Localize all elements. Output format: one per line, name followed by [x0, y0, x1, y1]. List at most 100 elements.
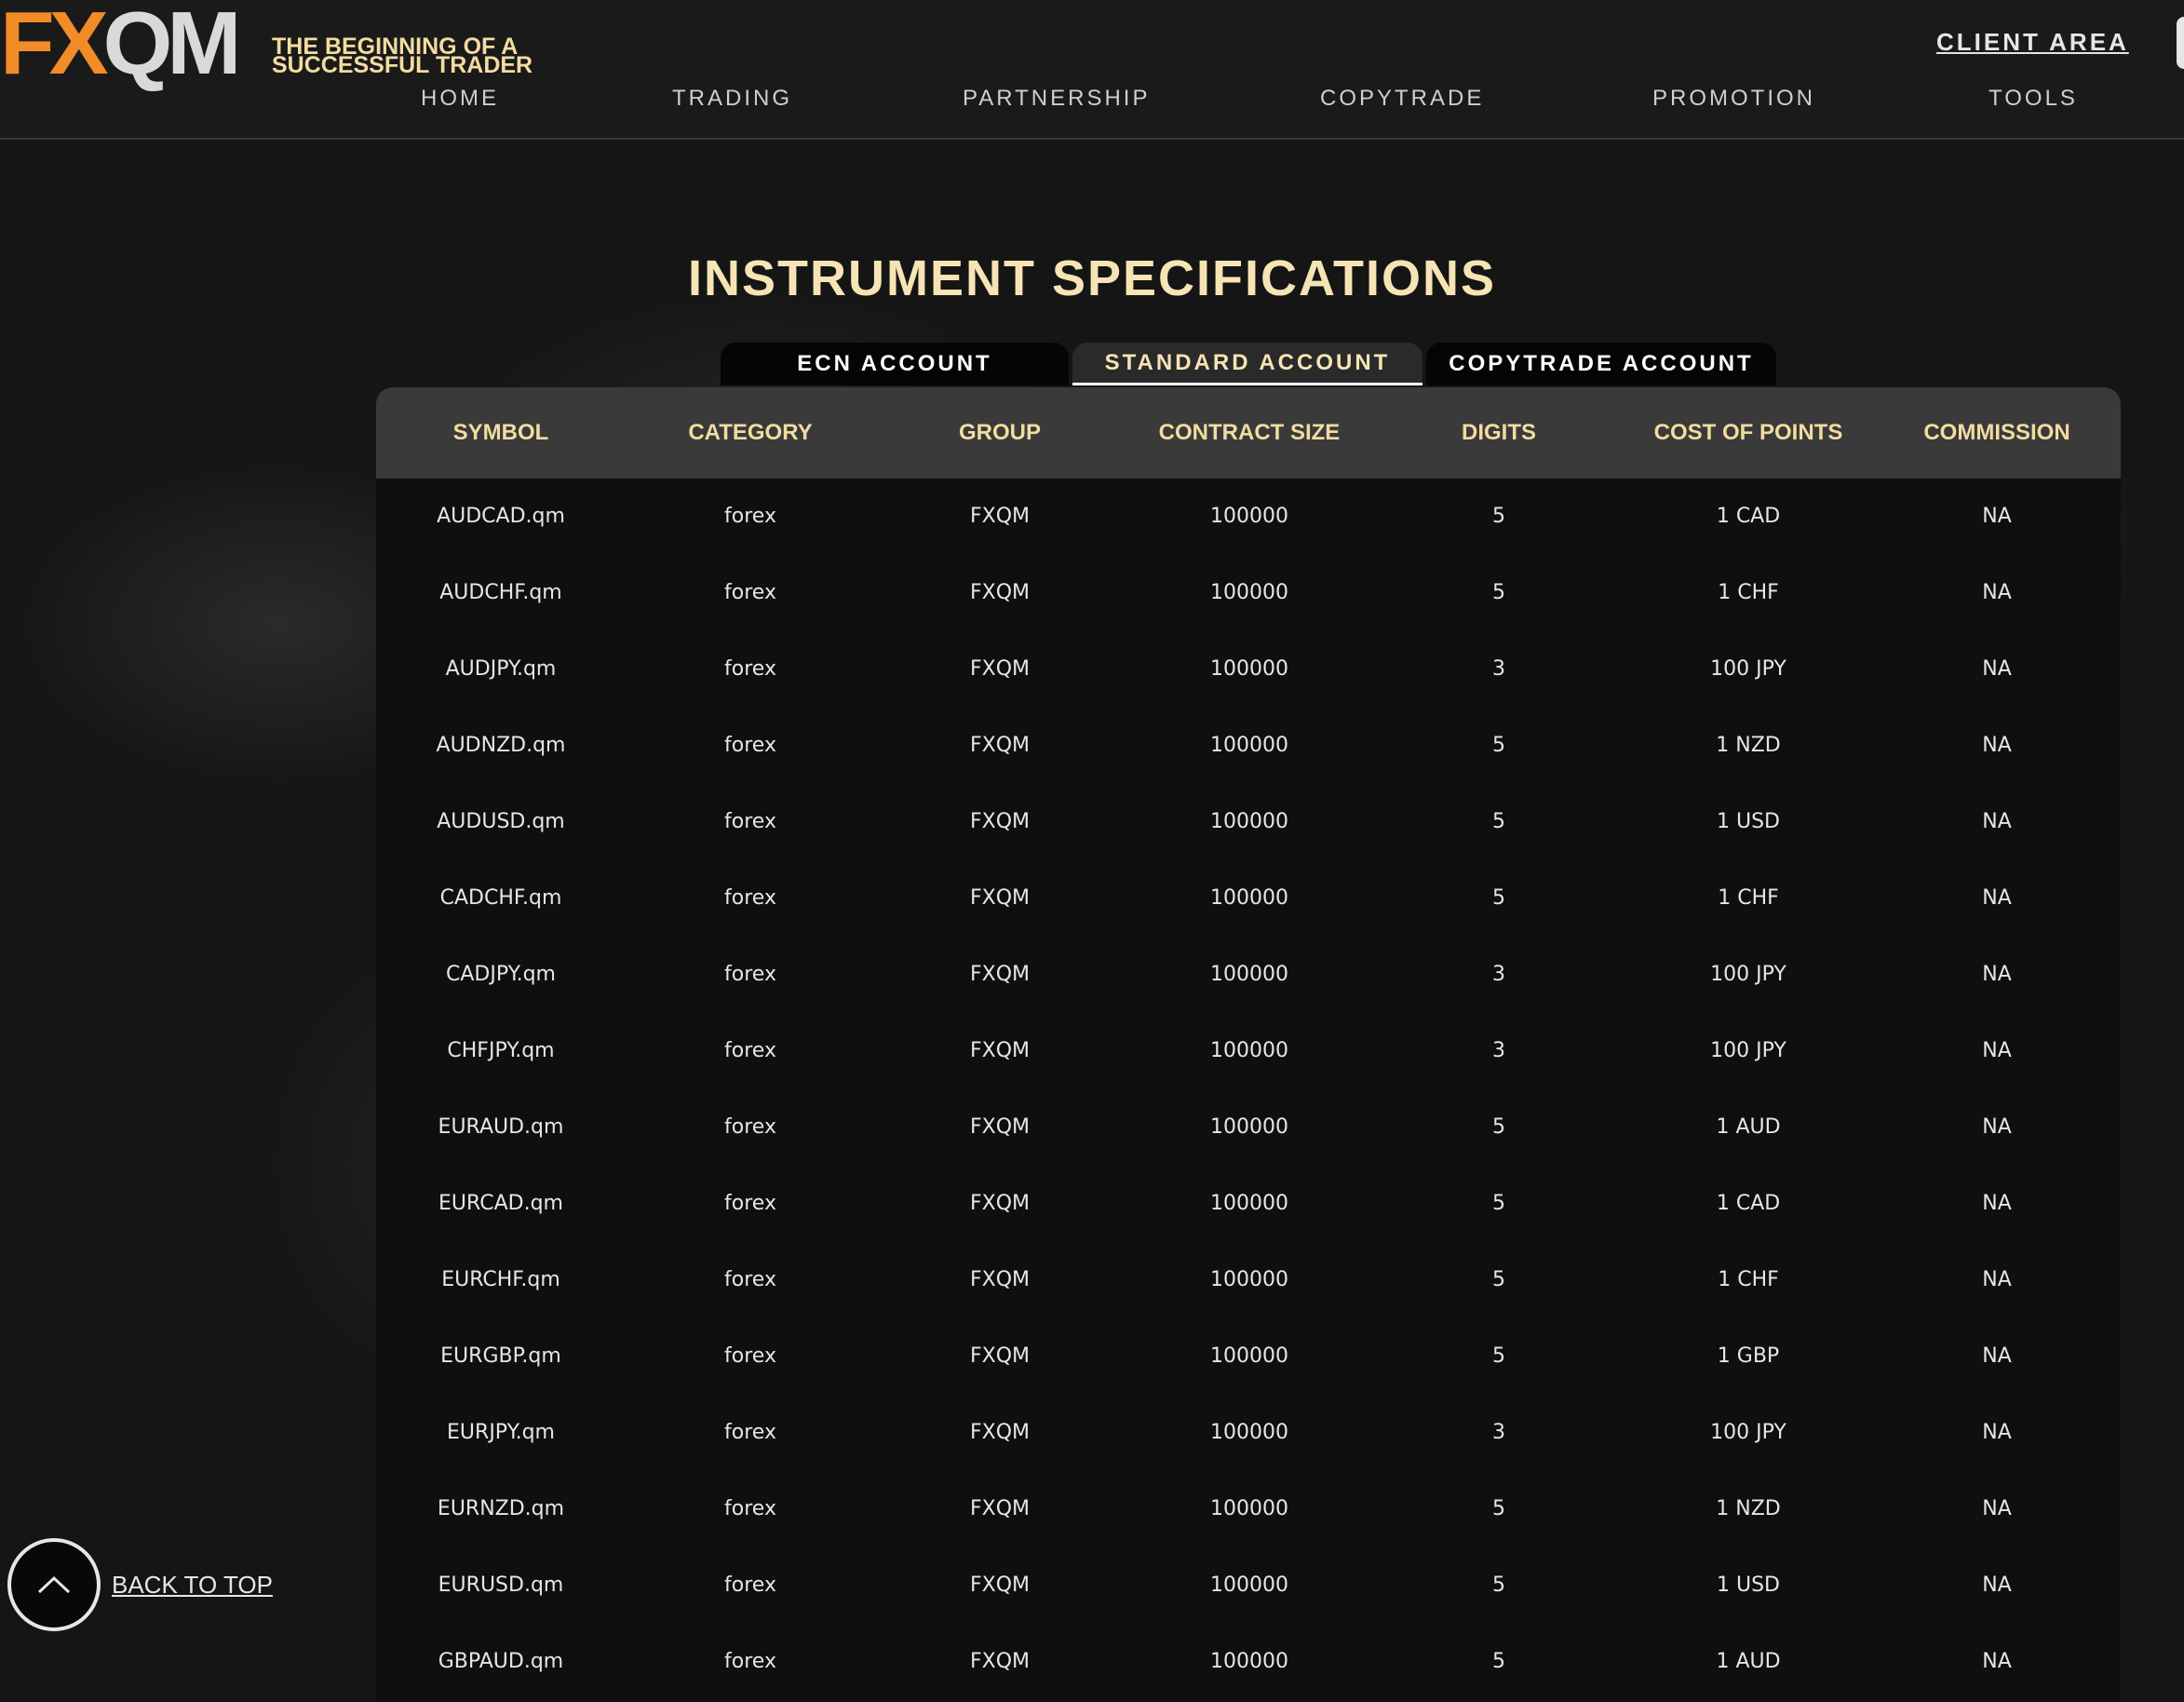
- cell-group: FXQM: [969, 1344, 1031, 1368]
- cell-category: forex: [724, 1497, 776, 1520]
- cell-commission: NA: [1982, 963, 2012, 986]
- cell-commission: NA: [1982, 1421, 2012, 1444]
- tagline-line-2: SUCCESSFUL TRADER: [272, 52, 533, 78]
- cell-commission: NA: [1982, 1650, 2012, 1673]
- cell-symbol: AUDJPY.qm: [445, 657, 557, 681]
- cell-digits: 5: [1492, 505, 1505, 528]
- chevron-up-icon[interactable]: [7, 1538, 101, 1631]
- table-row: AUDCAD.qm forex FXQM 100000 5 1 CAD NA: [376, 479, 2121, 555]
- cell-symbol: AUDNZD.qm: [436, 734, 566, 757]
- cell-cost-of-points: 1 CHF: [1718, 886, 1779, 910]
- column-header-category: CATEGORY: [688, 420, 813, 445]
- cell-cost-of-points: 1 NZD: [1716, 734, 1781, 757]
- cell-commission: NA: [1982, 810, 2012, 833]
- cell-cost-of-points: 1 CHF: [1718, 581, 1779, 604]
- cell-symbol: CHFJPY.qm: [447, 1039, 555, 1062]
- cell-commission: NA: [1982, 886, 2012, 910]
- logo-qm: QM: [102, 0, 242, 93]
- cell-commission: NA: [1982, 1497, 2012, 1520]
- cell-cost-of-points: 1 USD: [1717, 810, 1780, 833]
- table-row: EURGBP.qm forex FXQM 100000 5 1 GBP NA: [376, 1318, 2121, 1395]
- cell-group: FXQM: [969, 505, 1031, 528]
- column-header-group: GROUP: [958, 420, 1041, 445]
- cell-symbol: AUDCHF.qm: [439, 581, 562, 604]
- cell-commission: NA: [1982, 1115, 2012, 1139]
- nav-tools[interactable]: TOOLS: [1989, 86, 2078, 112]
- cell-digits: 5: [1492, 1268, 1505, 1291]
- cell-symbol: EURCAD.qm: [438, 1192, 563, 1215]
- cell-commission: NA: [1982, 1344, 2012, 1368]
- back-to-top-label[interactable]: BACK TO TOP: [112, 1571, 273, 1600]
- nav-promotion[interactable]: PROMOTION: [1652, 86, 1815, 112]
- cell-cost-of-points: 100 JPY: [1710, 963, 1786, 986]
- cell-group: FXQM: [969, 1192, 1031, 1215]
- table-row: CADJPY.qm forex FXQM 100000 3 100 JPY NA: [376, 937, 2121, 1013]
- table-row: AUDUSD.qm forex FXQM 100000 5 1 USD NA: [376, 784, 2121, 860]
- cell-category: forex: [724, 1268, 776, 1291]
- cell-contract-size: 100000: [1210, 886, 1288, 910]
- cell-digits: 3: [1492, 1039, 1505, 1062]
- cell-cost-of-points: 1 GBP: [1717, 1344, 1780, 1368]
- fxqm-logo[interactable]: FX QM: [0, 0, 242, 93]
- table-row: EURCHF.qm forex FXQM 100000 5 1 CHF NA: [376, 1242, 2121, 1318]
- cell-category: forex: [724, 1344, 776, 1368]
- side-edge-tab[interactable]: [2177, 17, 2184, 69]
- tab-standard-account[interactable]: STANDARD ACCOUNT: [1072, 343, 1422, 385]
- cell-cost-of-points: 100 JPY: [1710, 657, 1786, 681]
- nav-home[interactable]: HOME: [421, 86, 499, 112]
- table-row: EURAUD.qm forex FXQM 100000 5 1 AUD NA: [376, 1089, 2121, 1166]
- table-row: EURNZD.qm forex FXQM 100000 5 1 NZD NA: [376, 1471, 2121, 1547]
- cell-category: forex: [724, 1574, 776, 1597]
- cell-contract-size: 100000: [1210, 1268, 1288, 1291]
- cell-cost-of-points: 1 CAD: [1716, 1192, 1781, 1215]
- cell-group: FXQM: [969, 1497, 1031, 1520]
- nav-copytrade[interactable]: COPYTRADE: [1320, 86, 1484, 112]
- cell-contract-size: 100000: [1210, 1421, 1288, 1444]
- cell-contract-size: 100000: [1210, 1574, 1288, 1597]
- cell-symbol: EURCHF.qm: [441, 1268, 560, 1291]
- logo-fx: FX: [0, 0, 109, 93]
- cell-symbol: CADJPY.qm: [446, 963, 556, 986]
- client-area-link[interactable]: CLIENT AREA: [1936, 28, 2129, 57]
- cell-symbol: AUDUSD.qm: [437, 810, 565, 833]
- nav-partnership[interactable]: PARTNERSHIP: [963, 86, 1150, 112]
- cell-digits: 5: [1492, 1574, 1505, 1597]
- cell-group: FXQM: [969, 581, 1031, 604]
- cell-contract-size: 100000: [1210, 581, 1288, 604]
- cell-group: FXQM: [969, 1115, 1031, 1139]
- cell-symbol: AUDCAD.qm: [437, 505, 565, 528]
- cell-contract-size: 100000: [1210, 505, 1288, 528]
- cell-digits: 5: [1492, 1650, 1505, 1673]
- cell-contract-size: 100000: [1210, 1039, 1288, 1062]
- cell-category: forex: [724, 1115, 776, 1139]
- tab-ecn-account[interactable]: ECN ACCOUNT: [721, 343, 1069, 385]
- nav-trading[interactable]: TRADING: [672, 86, 792, 112]
- cell-category: forex: [724, 657, 776, 681]
- cell-cost-of-points: 1 NZD: [1716, 1497, 1781, 1520]
- cell-contract-size: 100000: [1210, 810, 1288, 833]
- cell-commission: NA: [1982, 657, 2012, 681]
- cell-digits: 5: [1492, 581, 1505, 604]
- table-row: EURJPY.qm forex FXQM 100000 3 100 JPY NA: [376, 1395, 2121, 1471]
- cell-cost-of-points: 1 AUD: [1716, 1650, 1781, 1673]
- main-nav: HOME TRADING PARTNERSHIP COPYTRADE PROMO…: [0, 86, 2184, 119]
- cell-contract-size: 100000: [1210, 1650, 1288, 1673]
- cell-category: forex: [724, 963, 776, 986]
- table-header: SYMBOL CATEGORY GROUP CONTRACT SIZE DIGI…: [376, 387, 2121, 479]
- cell-category: forex: [724, 505, 776, 528]
- tab-copytrade-account[interactable]: COPYTRADE ACCOUNT: [1426, 343, 1776, 385]
- cell-commission: NA: [1982, 505, 2012, 528]
- cell-commission: NA: [1982, 734, 2012, 757]
- table-row: GBPAUD.qm forex FXQM 100000 5 1 AUD NA: [376, 1624, 2121, 1700]
- site-header: FX QM THE BEGINNING OF A SUCCESSFUL TRAD…: [0, 0, 2184, 140]
- cell-category: forex: [724, 810, 776, 833]
- specifications-table: SYMBOL CATEGORY GROUP CONTRACT SIZE DIGI…: [376, 387, 2121, 1702]
- cell-contract-size: 100000: [1210, 1192, 1288, 1215]
- back-to-top[interactable]: BACK TO TOP: [7, 1538, 273, 1631]
- table-row: EURUSD.qm forex FXQM 100000 5 1 USD NA: [376, 1547, 2121, 1624]
- cell-cost-of-points: 1 CAD: [1716, 505, 1781, 528]
- table-row: AUDCHF.qm forex FXQM 100000 5 1 CHF NA: [376, 555, 2121, 631]
- cell-contract-size: 100000: [1210, 1497, 1288, 1520]
- table-row: EURCAD.qm forex FXQM 100000 5 1 CAD NA: [376, 1166, 2121, 1242]
- cell-cost-of-points: 1 CHF: [1718, 1268, 1779, 1291]
